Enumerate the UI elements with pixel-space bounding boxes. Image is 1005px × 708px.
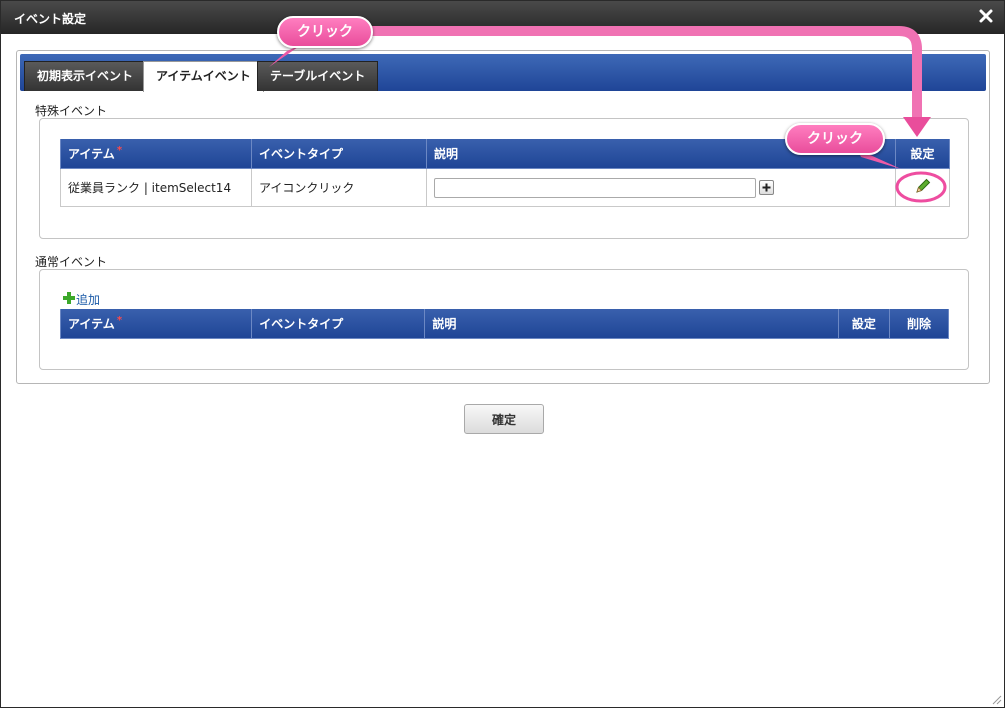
resize-grip-icon[interactable] — [992, 695, 1002, 705]
annotation-arrows — [269, 26, 947, 203]
annotation-callout-click-tab: クリック — [277, 16, 373, 48]
event-settings-dialog: イベント設定 初期表示イベント アイテムイベント テーブルイベント 特殊イベント… — [0, 0, 1005, 708]
annotation-callout-click-edit: クリック — [785, 123, 885, 155]
